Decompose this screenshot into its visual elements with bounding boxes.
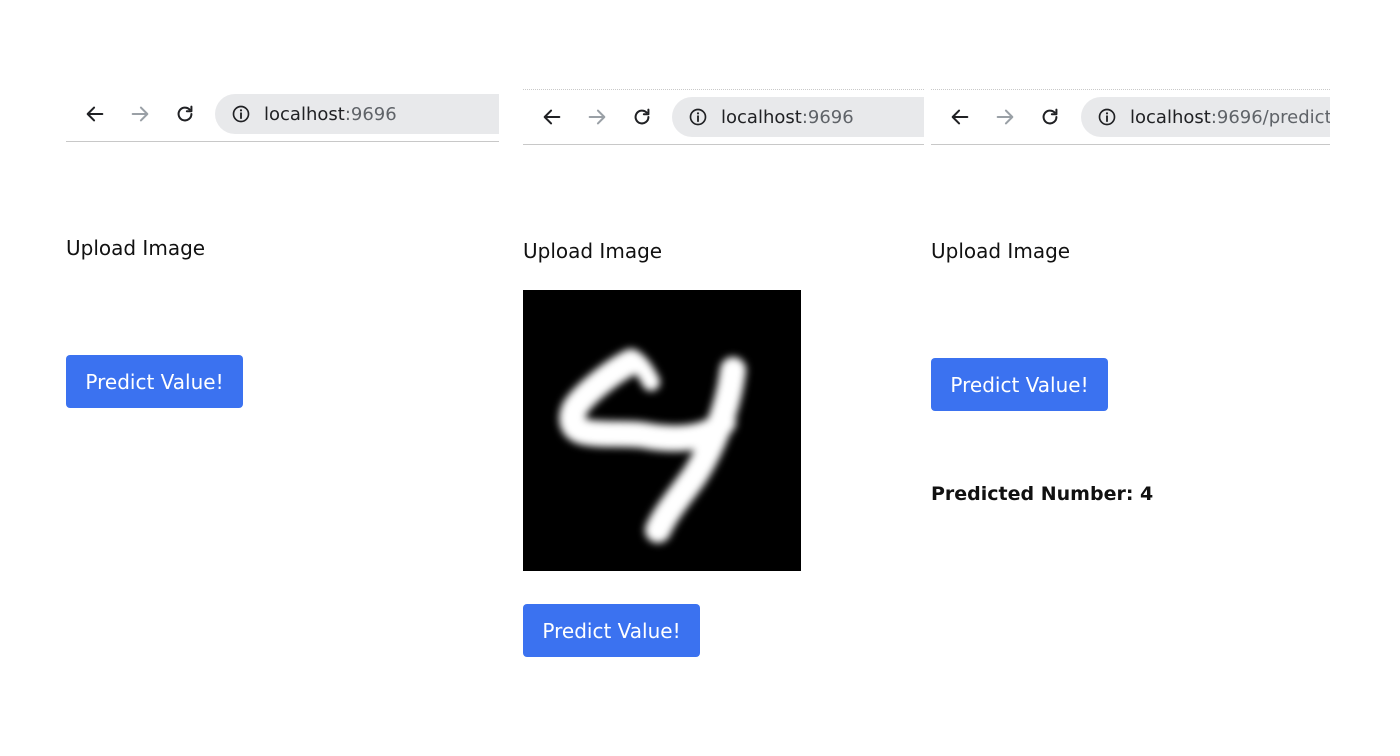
uploaded-digit-image (523, 290, 801, 571)
url-text: localhost:9696 (721, 107, 854, 128)
browser-panel-3: localhost:9696/predict Upload Image Pred… (931, 0, 1330, 756)
back-button[interactable] (945, 102, 975, 132)
url-host: localhost (1130, 106, 1211, 128)
forward-button[interactable] (582, 102, 612, 132)
predicted-number-text: Predicted Number: 4 (931, 483, 1154, 505)
browser-toolbar: localhost:9696 (523, 90, 924, 144)
arrow-left-icon (86, 106, 104, 122)
forward-button[interactable] (125, 99, 155, 129)
reload-icon (1042, 108, 1058, 125)
url-text: localhost:9696/predict (1130, 107, 1330, 128)
reload-icon (634, 108, 650, 125)
url-host: localhost (721, 106, 802, 128)
info-icon[interactable] (230, 103, 252, 125)
reload-icon (177, 105, 193, 122)
url-path: :9696/predict (1210, 106, 1330, 128)
toolbar-divider (523, 144, 924, 145)
reload-button[interactable] (170, 99, 200, 129)
url-path: :9696 (344, 103, 397, 125)
browser-panel-1: localhost:9696 Upload Image Predict Valu… (66, 0, 499, 756)
upload-image-label: Upload Image (931, 239, 1071, 263)
browser-toolbar: localhost:9696/predict (931, 90, 1330, 144)
arrow-left-icon (543, 109, 561, 125)
forward-button[interactable] (990, 102, 1020, 132)
address-bar[interactable]: localhost:9696/predict (1081, 97, 1330, 137)
back-button[interactable] (537, 102, 567, 132)
info-icon[interactable] (687, 106, 709, 128)
url-path: :9696 (801, 106, 854, 128)
predict-button[interactable]: Predict Value! (523, 604, 700, 657)
browser-panel-2: localhost:9696 Upload Image Predict Valu… (523, 0, 924, 756)
reload-button[interactable] (1035, 102, 1065, 132)
arrow-right-icon (996, 109, 1014, 125)
predict-button[interactable]: Predict Value! (66, 355, 243, 408)
url-text: localhost:9696 (264, 104, 397, 125)
address-bar[interactable]: localhost:9696 (672, 97, 924, 137)
toolbar-divider (66, 141, 499, 142)
back-button[interactable] (80, 99, 110, 129)
arrow-right-icon (588, 109, 606, 125)
digit-four-drawing (523, 290, 801, 571)
arrow-right-icon (131, 106, 149, 122)
predict-button[interactable]: Predict Value! (931, 358, 1108, 411)
info-icon[interactable] (1096, 106, 1118, 128)
browser-toolbar: localhost:9696 (66, 87, 499, 141)
upload-image-label: Upload Image (523, 239, 663, 263)
toolbar-divider (931, 144, 1330, 145)
address-bar[interactable]: localhost:9696 (215, 94, 499, 134)
upload-image-label: Upload Image (66, 236, 206, 260)
url-host: localhost (264, 103, 345, 125)
reload-button[interactable] (627, 102, 657, 132)
arrow-left-icon (951, 109, 969, 125)
